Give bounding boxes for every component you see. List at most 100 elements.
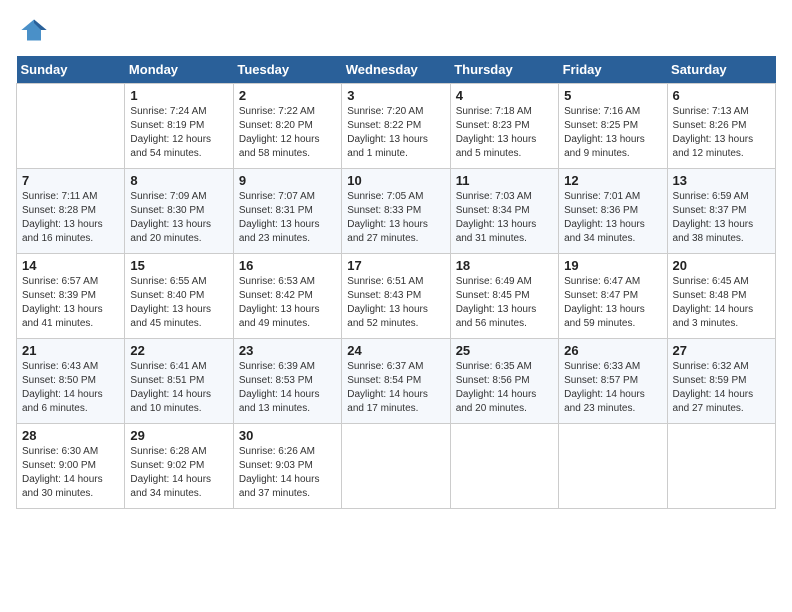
day-info: Sunrise: 6:32 AM Sunset: 8:59 PM Dayligh… (673, 360, 770, 416)
day-number: 14 (22, 258, 119, 273)
calendar-cell (559, 424, 667, 509)
day-info: Sunrise: 7:13 AM Sunset: 8:26 PM Dayligh… (673, 105, 770, 161)
day-info: Sunrise: 6:26 AM Sunset: 9:03 PM Dayligh… (239, 445, 336, 501)
header-cell-tuesday: Tuesday (233, 56, 341, 84)
calendar-cell: 27 Sunrise: 6:32 AM Sunset: 8:59 PM Dayli… (667, 339, 775, 424)
header-row: SundayMondayTuesdayWednesdayThursdayFrid… (17, 56, 776, 84)
calendar-cell: 5Sunrise: 7:16 AM Sunset: 8:25 PM Daylig… (559, 84, 667, 169)
day-info: Sunrise: 7:22 AM Sunset: 8:20 PM Dayligh… (239, 105, 336, 161)
day-number: 22 (130, 343, 227, 358)
calendar-cell: 25 Sunrise: 6:35 AM Sunset: 8:56 PM Dayli… (450, 339, 558, 424)
calendar-cell: 20Sunrise: 6:45 AM Sunset: 8:48 PM Dayli… (667, 254, 775, 339)
calendar-cell: 10 Sunrise: 7:05 AM Sunset: 8:33 PM Dayli… (342, 169, 450, 254)
calendar-cell (450, 424, 558, 509)
day-info: Sunrise: 6:28 AM Sunset: 9:02 PM Dayligh… (130, 445, 227, 501)
day-info: Sunrise: 6:49 AM Sunset: 8:45 PM Dayligh… (456, 275, 553, 331)
calendar-cell: 23Sunrise: 6:39 AM Sunset: 8:53 PM Dayli… (233, 339, 341, 424)
calendar-cell: 16 Sunrise: 6:53 AM Sunset: 8:42 PM Dayli… (233, 254, 341, 339)
calendar-cell: 21 Sunrise: 6:43 AM Sunset: 8:50 PM Dayli… (17, 339, 125, 424)
calendar-cell: 4 Sunrise: 7:18 AM Sunset: 8:23 PM Daylig… (450, 84, 558, 169)
day-number: 7 (22, 173, 119, 188)
day-number: 15 (130, 258, 227, 273)
day-info: Sunrise: 7:03 AM Sunset: 8:34 PM Dayligh… (456, 190, 553, 246)
day-number: 25 (456, 343, 553, 358)
week-row-3: 14 Sunrise: 6:57 AM Sunset: 8:39 PM Dayli… (17, 254, 776, 339)
day-number: 30 (239, 428, 336, 443)
day-number: 8 (130, 173, 227, 188)
day-number: 12 (564, 173, 661, 188)
calendar-cell: 2 Sunrise: 7:22 AM Sunset: 8:20 PM Daylig… (233, 84, 341, 169)
day-info: Sunrise: 6:47 AM Sunset: 8:47 PM Dayligh… (564, 275, 661, 331)
day-info: Sunrise: 7:18 AM Sunset: 8:23 PM Dayligh… (456, 105, 553, 161)
day-number: 4 (456, 88, 553, 103)
day-info: Sunrise: 6:35 AM Sunset: 8:56 PM Dayligh… (456, 360, 553, 416)
week-row-5: 28 Sunrise: 6:30 AM Sunset: 9:00 PM Dayli… (17, 424, 776, 509)
calendar-cell: 29 Sunrise: 6:28 AM Sunset: 9:02 PM Dayli… (125, 424, 233, 509)
day-number: 27 (673, 343, 770, 358)
day-info: Sunrise: 6:57 AM Sunset: 8:39 PM Dayligh… (22, 275, 119, 331)
calendar-cell: 3Sunrise: 7:20 AM Sunset: 8:22 PM Daylig… (342, 84, 450, 169)
week-row-4: 21 Sunrise: 6:43 AM Sunset: 8:50 PM Dayli… (17, 339, 776, 424)
day-number: 19 (564, 258, 661, 273)
calendar-cell: 15 Sunrise: 6:55 AM Sunset: 8:40 PM Dayli… (125, 254, 233, 339)
day-number: 26 (564, 343, 661, 358)
day-info: Sunrise: 7:11 AM Sunset: 8:28 PM Dayligh… (22, 190, 119, 246)
header-cell-thursday: Thursday (450, 56, 558, 84)
day-number: 9 (239, 173, 336, 188)
calendar-cell: 1 Sunrise: 7:24 AM Sunset: 8:19 PM Daylig… (125, 84, 233, 169)
header-cell-wednesday: Wednesday (342, 56, 450, 84)
day-info: Sunrise: 6:33 AM Sunset: 8:57 PM Dayligh… (564, 360, 661, 416)
day-info: Sunrise: 6:37 AM Sunset: 8:54 PM Dayligh… (347, 360, 444, 416)
header-cell-sunday: Sunday (17, 56, 125, 84)
day-number: 18 (456, 258, 553, 273)
calendar-cell: 7 Sunrise: 7:11 AM Sunset: 8:28 PM Daylig… (17, 169, 125, 254)
day-number: 17 (347, 258, 444, 273)
calendar-cell: 30 Sunrise: 6:26 AM Sunset: 9:03 PM Dayli… (233, 424, 341, 509)
calendar-table: SundayMondayTuesdayWednesdayThursdayFrid… (16, 56, 776, 509)
day-info: Sunrise: 6:59 AM Sunset: 8:37 PM Dayligh… (673, 190, 770, 246)
header-cell-saturday: Saturday (667, 56, 775, 84)
calendar-cell: 14 Sunrise: 6:57 AM Sunset: 8:39 PM Dayli… (17, 254, 125, 339)
calendar-cell: 13 Sunrise: 6:59 AM Sunset: 8:37 PM Dayli… (667, 169, 775, 254)
week-row-2: 7 Sunrise: 7:11 AM Sunset: 8:28 PM Daylig… (17, 169, 776, 254)
day-number: 21 (22, 343, 119, 358)
calendar-cell: 22 Sunrise: 6:41 AM Sunset: 8:51 PM Dayli… (125, 339, 233, 424)
day-info: Sunrise: 6:41 AM Sunset: 8:51 PM Dayligh… (130, 360, 227, 416)
day-info: Sunrise: 6:55 AM Sunset: 8:40 PM Dayligh… (130, 275, 227, 331)
day-info: Sunrise: 7:09 AM Sunset: 8:30 PM Dayligh… (130, 190, 227, 246)
calendar-cell: 17Sunrise: 6:51 AM Sunset: 8:43 PM Dayli… (342, 254, 450, 339)
calendar-cell: 18 Sunrise: 6:49 AM Sunset: 8:45 PM Dayli… (450, 254, 558, 339)
day-number: 16 (239, 258, 336, 273)
calendar-cell: 12 Sunrise: 7:01 AM Sunset: 8:36 PM Dayli… (559, 169, 667, 254)
week-row-1: 1 Sunrise: 7:24 AM Sunset: 8:19 PM Daylig… (17, 84, 776, 169)
day-number: 10 (347, 173, 444, 188)
day-info: Sunrise: 6:43 AM Sunset: 8:50 PM Dayligh… (22, 360, 119, 416)
day-number: 6 (673, 88, 770, 103)
calendar-cell: 19 Sunrise: 6:47 AM Sunset: 8:47 PM Dayli… (559, 254, 667, 339)
day-info: Sunrise: 7:20 AM Sunset: 8:22 PM Dayligh… (347, 105, 444, 161)
day-info: Sunrise: 7:01 AM Sunset: 8:36 PM Dayligh… (564, 190, 661, 246)
day-number: 20 (673, 258, 770, 273)
day-info: Sunrise: 6:30 AM Sunset: 9:00 PM Dayligh… (22, 445, 119, 501)
header-cell-friday: Friday (559, 56, 667, 84)
day-number: 29 (130, 428, 227, 443)
day-number: 28 (22, 428, 119, 443)
day-number: 13 (673, 173, 770, 188)
day-info: Sunrise: 7:16 AM Sunset: 8:25 PM Dayligh… (564, 105, 661, 161)
calendar-cell: 9 Sunrise: 7:07 AM Sunset: 8:31 PM Daylig… (233, 169, 341, 254)
calendar-cell: 8 Sunrise: 7:09 AM Sunset: 8:30 PM Daylig… (125, 169, 233, 254)
day-number: 24 (347, 343, 444, 358)
day-info: Sunrise: 7:24 AM Sunset: 8:19 PM Dayligh… (130, 105, 227, 161)
header-cell-monday: Monday (125, 56, 233, 84)
day-info: Sunrise: 7:05 AM Sunset: 8:33 PM Dayligh… (347, 190, 444, 246)
page-header (16, 16, 776, 44)
calendar-cell: 28 Sunrise: 6:30 AM Sunset: 9:00 PM Dayli… (17, 424, 125, 509)
calendar-cell (667, 424, 775, 509)
day-number: 2 (239, 88, 336, 103)
logo (16, 16, 48, 44)
day-info: Sunrise: 7:07 AM Sunset: 8:31 PM Dayligh… (239, 190, 336, 246)
day-number: 1 (130, 88, 227, 103)
calendar-cell: 24 Sunrise: 6:37 AM Sunset: 8:54 PM Dayli… (342, 339, 450, 424)
calendar-cell: 6 Sunrise: 7:13 AM Sunset: 8:26 PM Daylig… (667, 84, 775, 169)
day-info: Sunrise: 6:53 AM Sunset: 8:42 PM Dayligh… (239, 275, 336, 331)
